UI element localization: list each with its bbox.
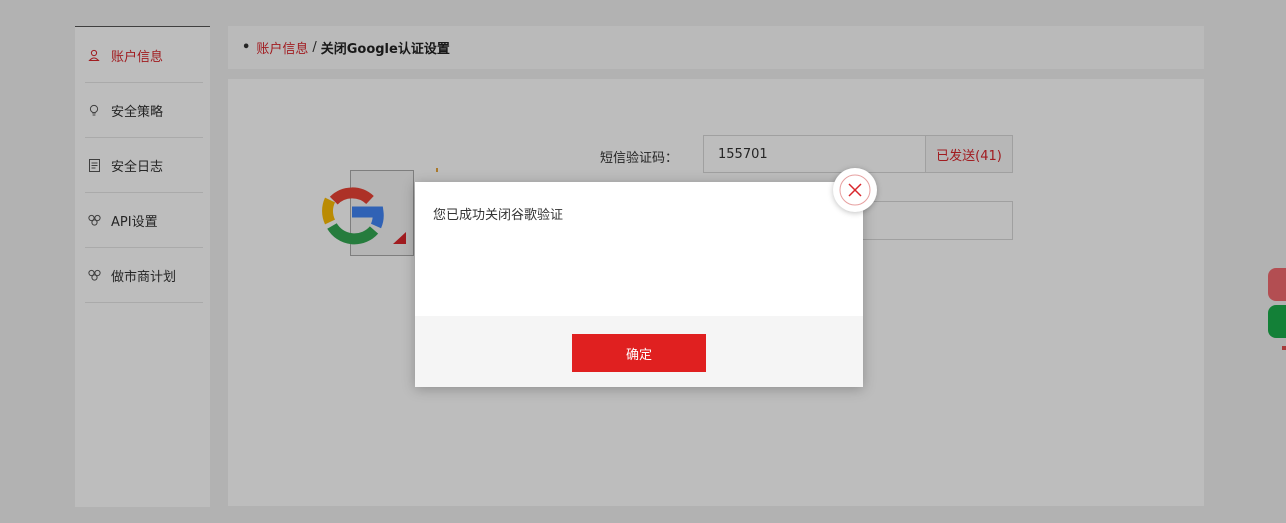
dialog-close-button[interactable] xyxy=(833,168,877,212)
confirm-button[interactable]: 确定 xyxy=(572,334,706,372)
dialog-message: 您已成功关闭谷歌验证 xyxy=(433,208,564,223)
dialog-footer: 确定 xyxy=(415,316,863,387)
success-dialog: 您已成功关闭谷歌验证 确定 xyxy=(415,182,863,387)
close-icon xyxy=(839,174,871,206)
